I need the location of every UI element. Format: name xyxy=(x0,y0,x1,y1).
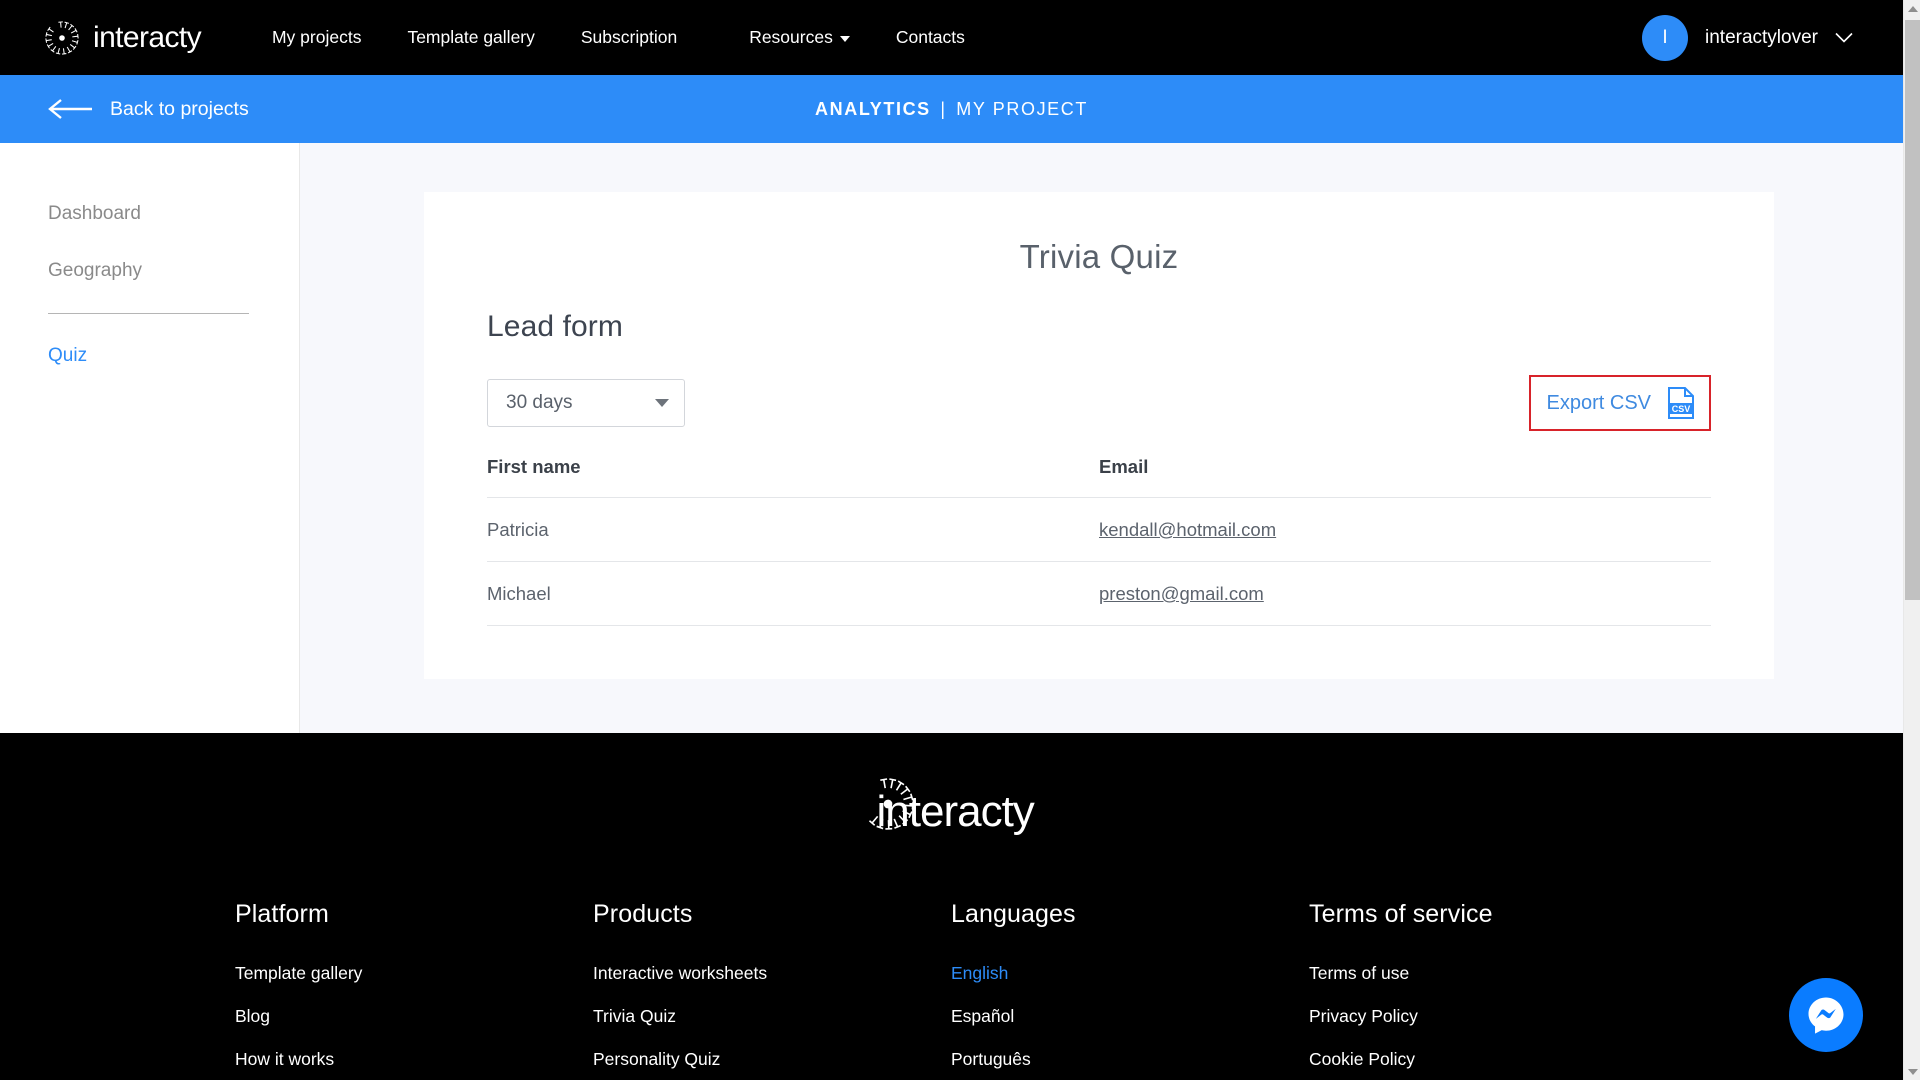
footer-logo[interactable]: interacty xyxy=(0,733,1903,843)
table-row: Patricia kendall@hotmail.com xyxy=(487,497,1711,562)
sidebar-item-quiz[interactable]: Quiz xyxy=(0,327,299,384)
footer-column-heading: Terms of service xyxy=(1309,900,1493,928)
caret-down-icon xyxy=(655,399,669,407)
section-title: Lead form xyxy=(487,310,623,343)
export-csv-label: Export CSV xyxy=(1546,391,1651,414)
footer-column-heading: Products xyxy=(593,900,693,928)
footer-column-heading: Platform xyxy=(235,900,329,928)
leads-table-head: First name Email xyxy=(487,456,1711,498)
footer-column-languages: Languages English Español Português xyxy=(951,900,1309,1080)
footer-link-template-gallery[interactable]: Template gallery xyxy=(235,963,362,984)
sidebar-item-geography[interactable]: Geography xyxy=(0,242,299,299)
analytics-header-bar: Back to projects ANALYTICS | MY PROJECT xyxy=(0,75,1903,143)
top-navigation-bar: interacty My projects Template gallery S… xyxy=(0,0,1903,75)
sidebar-item-dashboard[interactable]: Dashboard xyxy=(0,185,299,242)
footer-link-espanol[interactable]: Español xyxy=(951,1006,1014,1027)
page-root: interacty My projects Template gallery S… xyxy=(0,0,1903,1080)
email-link[interactable]: kendall@hotmail.com xyxy=(1099,519,1276,540)
nav-link-label: Resources xyxy=(749,27,833,47)
footer-link-terms-of-use[interactable]: Terms of use xyxy=(1309,963,1409,984)
cell-first-name: Michael xyxy=(487,561,1099,626)
footer-link-english[interactable]: English xyxy=(951,963,1008,984)
scroll-up-arrow-icon[interactable] xyxy=(1904,0,1920,17)
back-to-projects-button[interactable]: Back to projects xyxy=(48,98,249,121)
analytics-title-strong: ANALYTICS xyxy=(815,98,931,119)
facebook-messenger-icon xyxy=(1808,997,1844,1034)
user-menu[interactable]: I interactylover xyxy=(1642,14,1853,61)
footer-link-interactive-worksheets[interactable]: Interactive worksheets xyxy=(593,963,767,984)
analytics-sidebar: Dashboard Geography Quiz xyxy=(0,143,300,733)
nav-link-contacts[interactable]: Contacts xyxy=(873,27,988,48)
avatar: I xyxy=(1642,14,1688,61)
page-body: Dashboard Geography Quiz Trivia Quiz Lea… xyxy=(0,143,1903,733)
export-csv-button[interactable]: Export CSV CSV xyxy=(1528,375,1711,431)
column-header-email[interactable]: Email xyxy=(1099,456,1711,498)
footer-column-heading: Languages xyxy=(951,900,1076,928)
site-footer: interacty Platform Template gallery Blog… xyxy=(0,733,1903,1080)
cell-email: kendall@hotmail.com xyxy=(1099,497,1711,562)
footer-column-platform: Platform Template gallery Blog How it wo… xyxy=(235,900,593,1080)
scroll-down-arrow-icon[interactable] xyxy=(1904,1063,1920,1080)
chevron-down-icon xyxy=(839,36,850,42)
nav-link-subscription[interactable]: Subscription xyxy=(558,27,700,48)
nav-link-label: Subscription xyxy=(580,27,678,47)
card-controls-row: 30 days Export CSV CSV xyxy=(487,375,1711,431)
user-name-label: interactylover xyxy=(1705,26,1818,48)
chevron-down-icon xyxy=(1835,32,1853,43)
arrow-left-icon xyxy=(48,99,92,119)
brand-logo[interactable]: interacty xyxy=(42,18,202,58)
date-range-value: 30 days xyxy=(506,392,573,413)
analytics-content: Trivia Quiz Lead form 30 days Export CSV xyxy=(300,143,1903,733)
nav-link-template-gallery[interactable]: Template gallery xyxy=(384,27,557,48)
sidebar-item-label: Geography xyxy=(48,259,143,281)
footer-wordmark: interacty xyxy=(876,787,1035,836)
nav-link-my-projects[interactable]: My projects xyxy=(249,27,384,48)
lead-form-card: Trivia Quiz Lead form 30 days Export CSV xyxy=(424,192,1774,679)
svg-text:CSV: CSV xyxy=(1672,404,1691,414)
analytics-title-project: MY PROJECT xyxy=(956,98,1088,119)
scroll-thumb[interactable] xyxy=(1905,20,1920,600)
analytics-title: ANALYTICS | MY PROJECT xyxy=(0,99,1903,120)
footer-link-portugues[interactable]: Português xyxy=(951,1049,1031,1070)
nav-link-label: My projects xyxy=(271,27,362,47)
page-title: Trivia Quiz xyxy=(1019,238,1179,275)
footer-link-how-it-works[interactable]: How it works xyxy=(235,1049,334,1070)
footer-link-blog[interactable]: Blog xyxy=(235,1006,270,1027)
footer-column-products: Products Interactive worksheets Trivia Q… xyxy=(593,900,951,1080)
nav-link-resources[interactable]: Resources xyxy=(726,27,873,48)
cell-first-name: Patricia xyxy=(487,497,1099,562)
analytics-title-separator: | xyxy=(940,98,947,119)
footer-link-cookie-policy[interactable]: Cookie Policy xyxy=(1309,1049,1415,1070)
brand-wordmark: interacty xyxy=(93,20,202,54)
date-range-select[interactable]: 30 days xyxy=(487,379,685,427)
nav-links: My projects Template gallery Subscriptio… xyxy=(249,27,1642,48)
messenger-chat-button[interactable] xyxy=(1789,978,1863,1052)
browser-viewport: interacty My projects Template gallery S… xyxy=(0,0,1920,1080)
nav-link-label: Template gallery xyxy=(407,27,535,47)
sidebar-divider xyxy=(48,313,249,314)
cell-email: preston@gmail.com xyxy=(1099,561,1711,626)
footer-link-trivia-quiz[interactable]: Trivia Quiz xyxy=(593,1006,676,1027)
table-row: Michael preston@gmail.com xyxy=(487,561,1711,626)
footer-columns: Platform Template gallery Blog How it wo… xyxy=(0,843,1903,1080)
email-link[interactable]: preston@gmail.com xyxy=(1099,583,1264,604)
leads-table: First name Email Patricia kendall@hotmai… xyxy=(487,456,1711,626)
interacty-radial-logo-icon xyxy=(45,20,79,55)
footer-link-privacy-policy[interactable]: Privacy Policy xyxy=(1309,1006,1418,1027)
csv-file-icon: CSV xyxy=(1668,387,1694,419)
column-header-first-name[interactable]: First name xyxy=(487,456,1099,498)
back-to-projects-label: Back to projects xyxy=(110,97,249,120)
leads-table-body: Patricia kendall@hotmail.com Michael pre… xyxy=(487,497,1711,626)
sidebar-item-label: Quiz xyxy=(48,344,88,366)
vertical-scrollbar[interactable] xyxy=(1903,0,1920,1080)
footer-link-personality-quiz[interactable]: Personality Quiz xyxy=(593,1049,720,1070)
nav-link-label: Contacts xyxy=(895,27,965,47)
table-header-row: First name Email xyxy=(487,456,1711,498)
sidebar-item-label: Dashboard xyxy=(48,202,141,224)
footer-column-terms: Terms of service Terms of use Privacy Po… xyxy=(1309,900,1667,1080)
